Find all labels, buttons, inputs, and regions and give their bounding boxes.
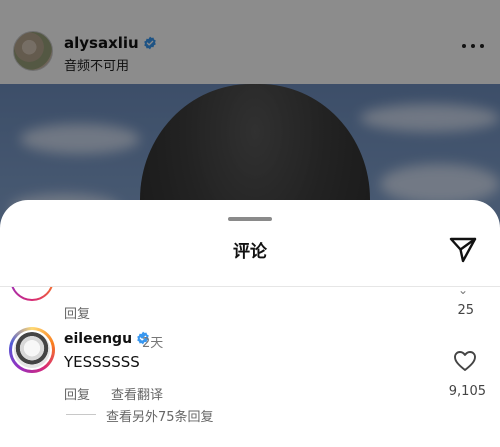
like-count: 9,105 — [448, 384, 486, 399]
avatar-image — [12, 330, 52, 370]
comment-avatar[interactable] — [10, 287, 54, 301]
view-more-replies[interactable]: 查看另外75条回复 — [106, 406, 214, 425]
reply-button[interactable]: 回复 — [64, 384, 90, 403]
comment-text: YESSSSSS — [64, 353, 140, 371]
replies-divider — [66, 414, 96, 415]
heart-icon[interactable] — [453, 350, 477, 372]
comment-username[interactable]: eileengu — [64, 331, 150, 347]
comments-title: 评论 — [233, 242, 267, 262]
send-icon[interactable] — [447, 233, 479, 265]
comment-avatar[interactable] — [9, 327, 55, 373]
like-count: 25 — [457, 303, 474, 318]
comment-username-text[interactable]: eileengu — [64, 331, 132, 347]
drag-handle[interactable] — [228, 217, 272, 221]
comment-time: 2天 — [142, 336, 164, 351]
reply-button[interactable]: 回复 — [64, 303, 90, 322]
heart-icon[interactable]: ⌄ — [458, 287, 468, 297]
comments-sheet: 评论 ⌄ 回复 25 eileengu 2天 YESSSSSS 回复 查看翻译 … — [0, 200, 500, 447]
translate-button[interactable]: 查看翻译 — [111, 384, 163, 403]
comment-list: ⌄ 回复 25 eileengu 2天 YESSSSSS 回复 查看翻译 9,1… — [0, 287, 500, 447]
